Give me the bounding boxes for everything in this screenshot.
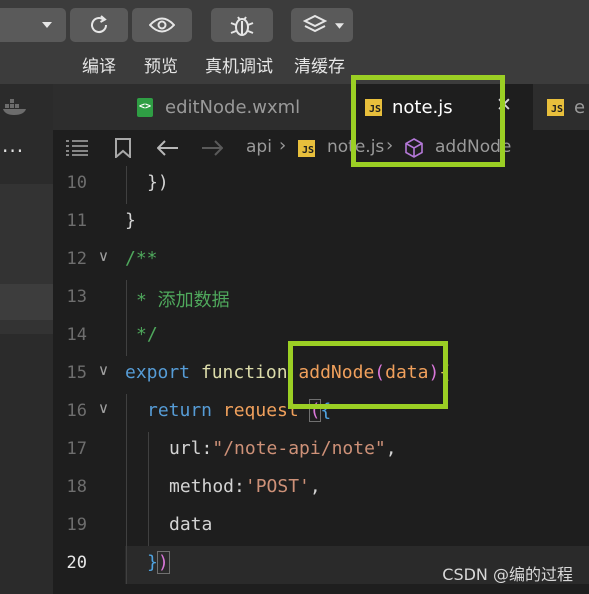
tab-label: e <box>574 96 586 118</box>
list-icon[interactable] <box>66 140 88 156</box>
code-text: }) <box>147 172 169 193</box>
line-number: 20 <box>66 553 87 573</box>
back-arrow-icon[interactable] <box>157 140 179 156</box>
breadcrumb-bar: api › JS note.js › addNode <box>53 130 589 166</box>
editor-tabbar: <> editNode.wxml JS note.js ✕ JS e <box>53 84 589 130</box>
string-token: "/note-api/note" <box>212 438 386 459</box>
line-number: 12 <box>66 249 87 269</box>
code-text: data <box>169 514 213 535</box>
sidebar-selected-item[interactable] <box>0 284 53 320</box>
tab-editnode-wxml[interactable]: <> editNode.wxml <box>137 84 347 130</box>
line-number: 18 <box>66 477 87 497</box>
bookmark-icon[interactable] <box>115 138 131 158</box>
forward-arrow-icon[interactable] <box>201 140 223 156</box>
code-text: url:"/note-api/note", <box>169 438 397 459</box>
code-text: method:'POST', <box>169 476 321 497</box>
line-number: 19 <box>66 515 87 535</box>
code-line: 12 ∨ /** <box>53 242 589 280</box>
highlight-box-addnode-function <box>288 341 448 409</box>
docker-icon <box>3 99 26 115</box>
keyword-token: function <box>200 362 288 383</box>
code-text: * 添加数据 <box>136 290 230 311</box>
chevron-down-icon <box>335 23 344 29</box>
toolbar: 编译 预览 真机调试 清缓存 <box>0 0 589 84</box>
file-explorer-sidebar: ··· <box>0 84 53 594</box>
watermark: CSDN @编的过程 <box>442 565 573 584</box>
line-number: 15 <box>66 363 87 383</box>
code-line: 11 } <box>53 204 589 242</box>
code-text: /** <box>125 248 158 269</box>
keyword-token: export <box>125 362 191 383</box>
property-token: url: <box>169 438 213 459</box>
layers-icon <box>303 14 327 33</box>
comma-token: , <box>309 476 321 497</box>
property-token: method: <box>169 476 245 497</box>
chevron-down-icon <box>42 22 52 28</box>
line-number: 11 <box>66 211 87 231</box>
keyword-token: return <box>147 400 213 421</box>
more-icon[interactable]: ··· <box>2 141 24 161</box>
code-line: 10 }) <box>53 166 589 204</box>
clear-cache-button[interactable] <box>291 8 353 42</box>
tab-label: editNode.wxml <box>165 96 301 118</box>
code-text: */ <box>136 324 158 345</box>
paren-token: ) <box>156 551 170 574</box>
bug-icon <box>230 16 254 36</box>
code-line: 17 url:"/note-api/note", <box>53 432 589 470</box>
code-line: 19 data <box>53 508 589 546</box>
code-text: } <box>125 210 136 231</box>
line-number: 14 <box>66 325 87 345</box>
code-line: 13 * 添加数据 <box>53 280 589 318</box>
string-token: 'POST' <box>244 476 310 497</box>
preview-label: 预览 <box>144 57 178 77</box>
line-number: 16 <box>66 401 87 421</box>
device-debug-label: 真机调试 <box>205 57 273 77</box>
compile-icon <box>91 15 108 34</box>
eye-icon <box>149 17 175 33</box>
line-number: 13 <box>66 287 87 307</box>
compile-button[interactable] <box>70 8 128 42</box>
mode-dropdown-button[interactable] <box>0 8 66 42</box>
comma-token: , <box>385 438 397 459</box>
fold-chevron-icon[interactable]: ∨ <box>98 361 109 379</box>
wxml-file-icon: <> <box>137 97 153 117</box>
fold-chevron-icon[interactable]: ∨ <box>98 399 109 417</box>
clear-cache-label: 清缓存 <box>294 57 345 77</box>
code-line: 18 method:'POST', <box>53 470 589 508</box>
tab-next-js[interactable]: JS e <box>547 84 589 130</box>
line-number: 17 <box>66 439 87 459</box>
js-file-icon: JS <box>298 140 315 157</box>
code-text: }) <box>147 551 170 574</box>
breadcrumb-api[interactable]: api <box>246 137 272 157</box>
compile-label: 编译 <box>82 57 116 77</box>
line-number: 10 <box>66 173 87 193</box>
chevron-right-icon: › <box>279 135 287 156</box>
brace-token: } <box>147 552 158 573</box>
device-debug-button[interactable] <box>211 8 273 42</box>
preview-button[interactable] <box>132 8 192 42</box>
fold-chevron-icon[interactable]: ∨ <box>98 247 109 265</box>
highlight-box-note-tab <box>351 75 505 167</box>
js-file-icon: JS <box>547 98 564 116</box>
